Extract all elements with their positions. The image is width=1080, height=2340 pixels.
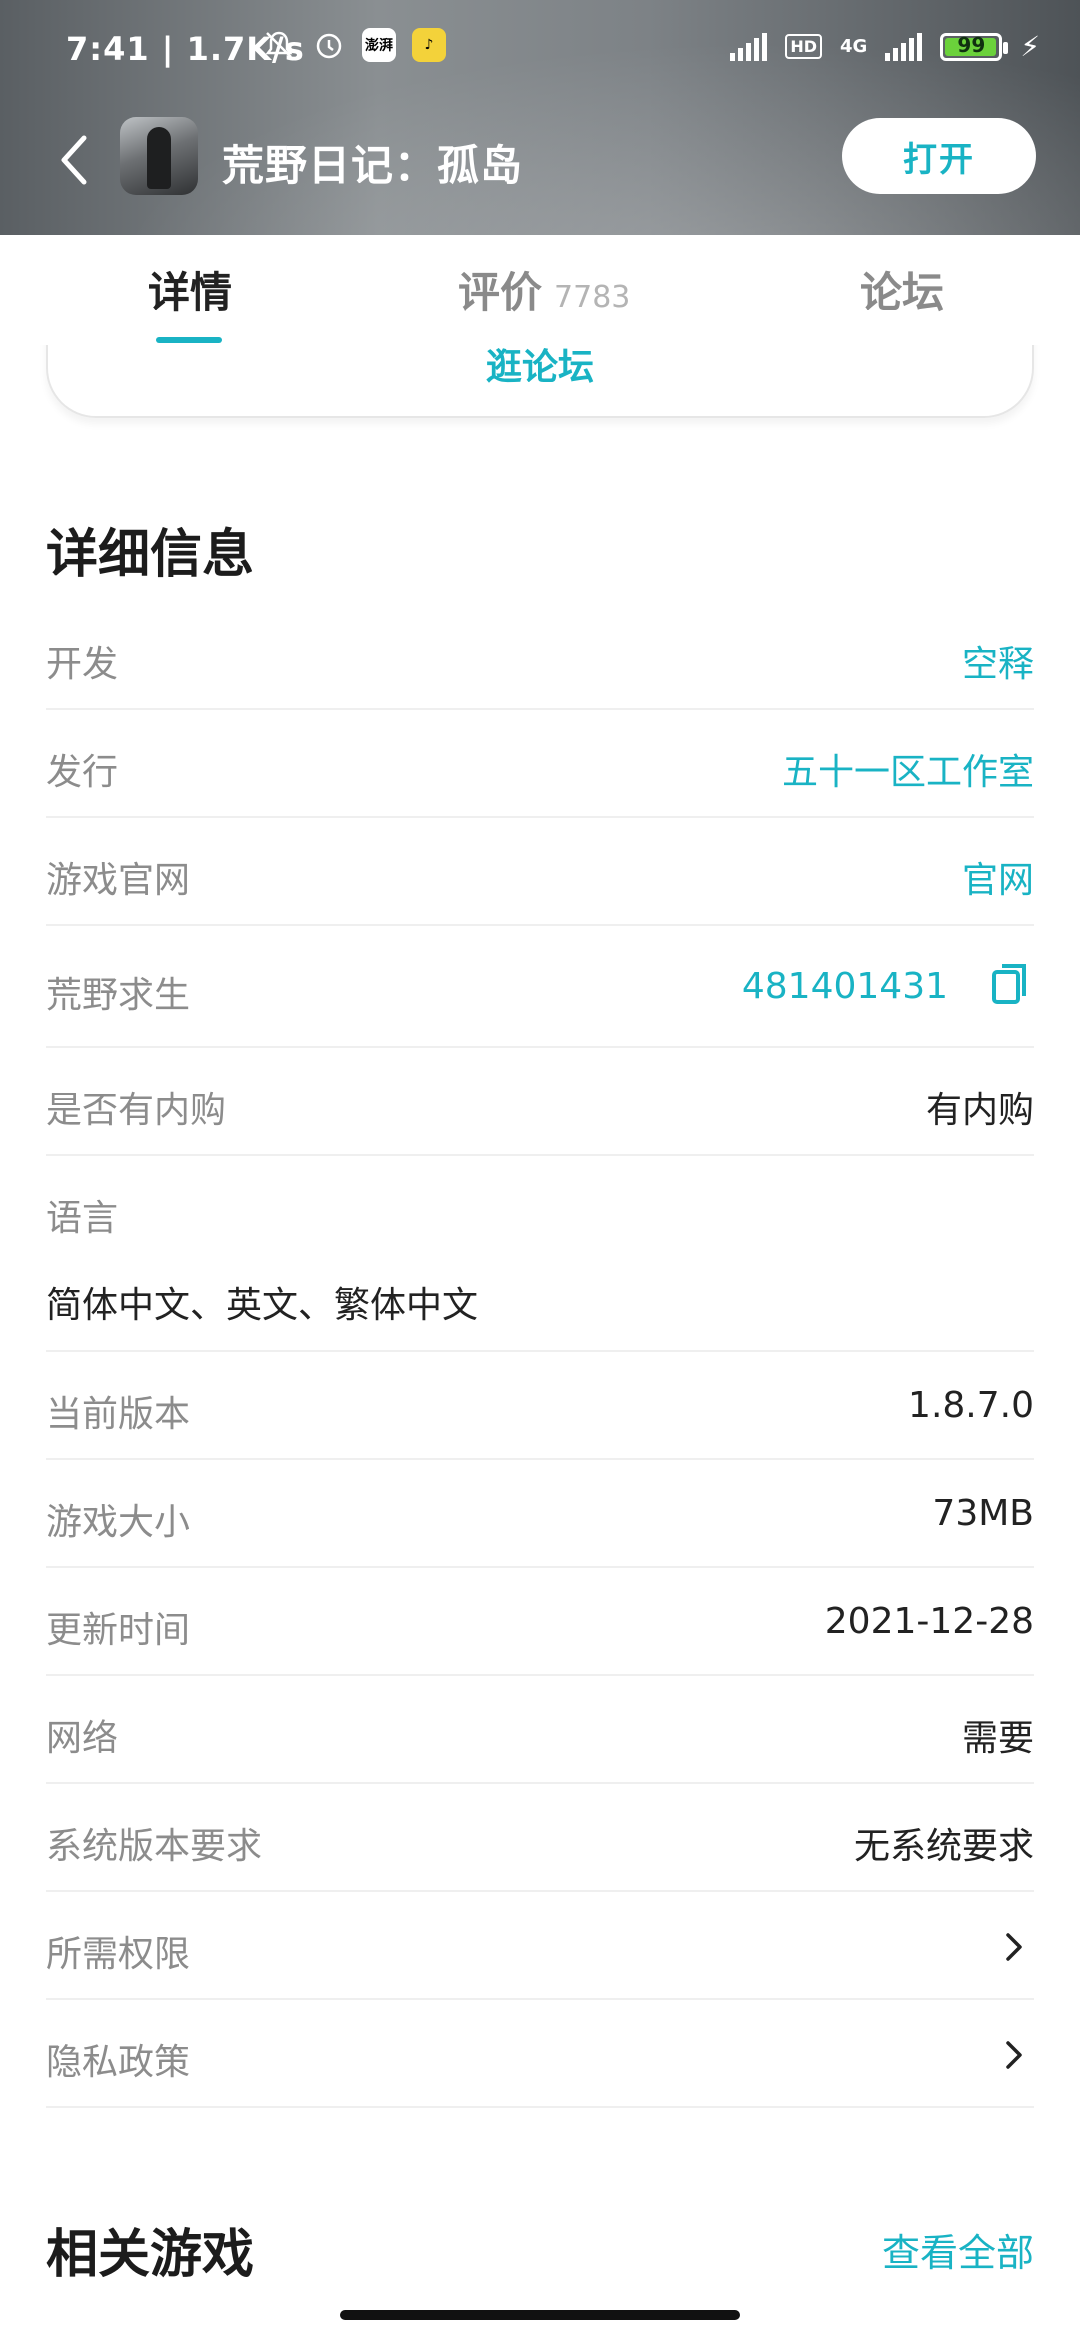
home-indicator[interactable] — [340, 2310, 740, 2320]
chevron-right-icon — [1006, 2041, 1022, 2069]
row-permissions[interactable]: 所需权限 — [46, 1892, 1034, 2000]
charging-icon: ⚡ — [1020, 30, 1040, 63]
network-type: 4G — [840, 35, 868, 57]
row-version: 当前版本 1.8.7.0 — [46, 1352, 1034, 1460]
status-bar: 7:41 | 1.7K/s 澎湃 ♪ HD 4G 99 ⚡ — [0, 0, 1080, 100]
row-qq-group: 荒野求生 481401431 — [46, 926, 1034, 1048]
game-title: 荒野日记：孤岛 — [222, 141, 524, 190]
row-publisher: 发行 五十一区工作室 — [46, 710, 1034, 818]
details-list: 开发 空释 发行 五十一区工作室 游戏官网 官网 荒野求生 481401431 … — [46, 602, 1034, 2108]
copy-icon[interactable] — [990, 962, 1030, 1008]
tab-bar: 详情 评价 7783 论坛 — [0, 235, 1080, 345]
signal-icon — [730, 32, 768, 61]
row-size: 游戏大小 73MB — [46, 1460, 1034, 1568]
view-all-link[interactable]: 查看全部 — [882, 2222, 1034, 2277]
alarm-icon — [312, 28, 346, 62]
tab-reviews[interactable]: 评价 7783 — [458, 259, 630, 320]
row-developer: 开发 空释 — [46, 602, 1034, 710]
mute-bell-icon — [262, 28, 296, 62]
publisher-link[interactable]: 五十一区工作室 — [782, 743, 1034, 795]
game-icon — [120, 117, 198, 195]
chevron-left-icon — [61, 135, 87, 185]
signal-icon-2 — [885, 32, 923, 61]
status-right-icons: HD 4G 99 ⚡ — [730, 30, 1040, 63]
status-left-icons: 澎湃 ♪ — [262, 28, 446, 62]
header: 7:41 | 1.7K/s 澎湃 ♪ HD 4G 99 ⚡ 荒野日记：孤岛 打开 — [0, 0, 1080, 235]
tab-indicator — [156, 337, 222, 343]
row-update-date: 更新时间 2021-12-28 — [46, 1568, 1034, 1676]
open-button[interactable]: 打开 — [842, 118, 1036, 194]
qq-group-number[interactable]: 481401431 — [742, 966, 948, 1007]
tab-details[interactable]: 详情 — [148, 259, 232, 320]
row-website: 游戏官网 官网 — [46, 818, 1034, 926]
music-app-icon: ♪ — [412, 28, 446, 62]
back-button[interactable] — [56, 130, 106, 190]
forum-link[interactable]: 逛论坛 — [48, 338, 1032, 390]
website-link[interactable]: 官网 — [962, 851, 1034, 903]
row-system-requirement: 系统版本要求 无系统要求 — [46, 1784, 1034, 1892]
language-values: 简体中文、英文、繁体中文 — [46, 1285, 479, 1326]
app-badge-icon: 澎湃 — [362, 28, 396, 62]
row-iap: 是否有内购 有内购 — [46, 1048, 1034, 1156]
review-count: 7783 — [554, 280, 631, 315]
row-privacy-policy[interactable]: 隐私政策 — [46, 2000, 1034, 2108]
app-bar: 荒野日记：孤岛 打开 — [0, 100, 1080, 235]
row-network: 网络 需要 — [46, 1676, 1034, 1784]
battery-icon: 99 — [940, 32, 1009, 61]
row-language: 语言 简体中文、英文、繁体中文 — [46, 1156, 1034, 1352]
related-games-title: 相关游戏 — [46, 2225, 255, 2285]
hd-badge: HD — [785, 34, 823, 59]
chevron-right-icon — [1006, 1933, 1022, 1961]
developer-link[interactable]: 空释 — [962, 635, 1034, 687]
details-title: 详细信息 — [46, 525, 255, 585]
tab-forum[interactable]: 论坛 — [860, 259, 944, 320]
